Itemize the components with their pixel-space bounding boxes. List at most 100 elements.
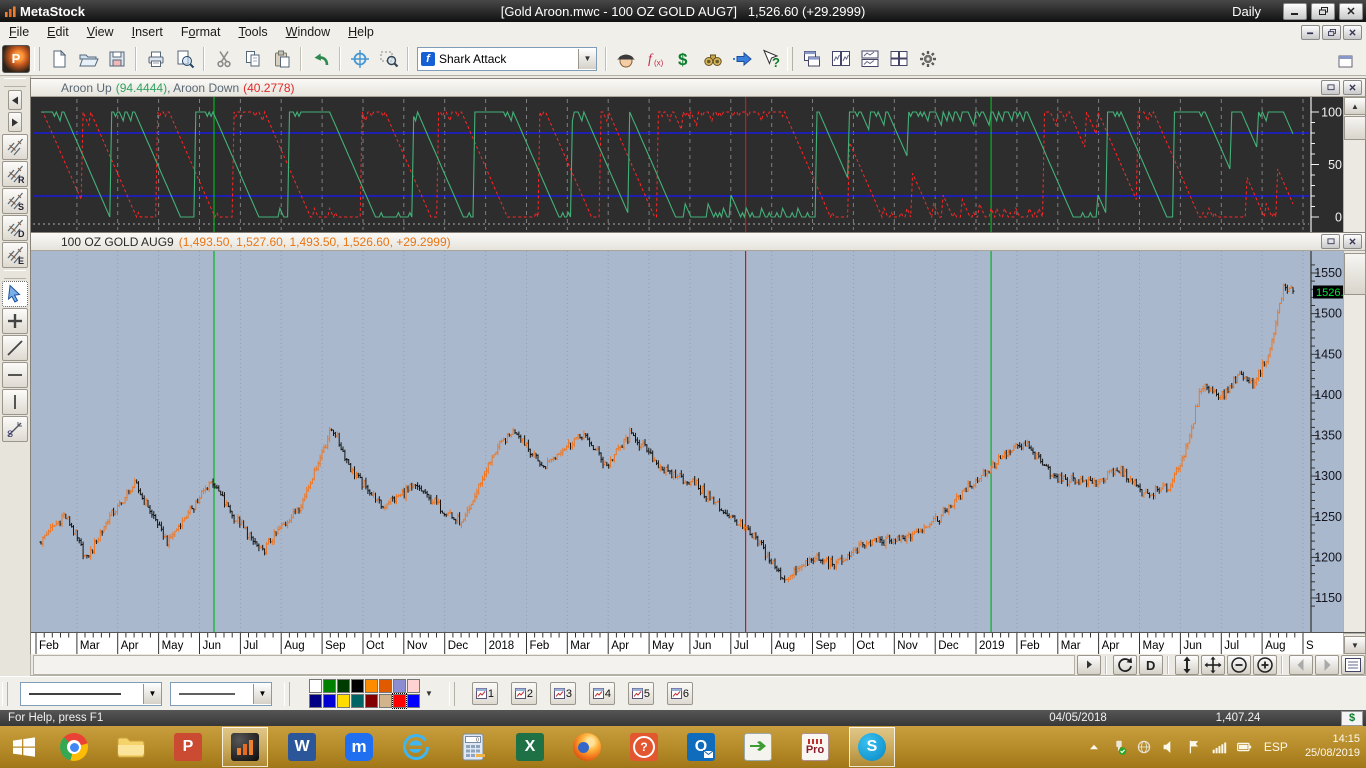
next-button[interactable]	[1315, 655, 1339, 675]
child-restore-button[interactable]	[1322, 25, 1341, 40]
minimize-button[interactable]	[1283, 3, 1307, 20]
print-button[interactable]	[141, 44, 170, 73]
color-swatch[interactable]	[309, 694, 322, 708]
taskbar-powerpoint[interactable]: P	[165, 727, 211, 767]
taskbar-maxthon[interactable]: m	[336, 727, 382, 767]
menu-file[interactable]: File	[0, 23, 38, 41]
crosshair-plus-tool-button[interactable]	[2, 308, 28, 334]
price-chart[interactable]: 1550150014501400135013001250120011501526…	[31, 251, 1365, 632]
open-button[interactable]	[73, 44, 102, 73]
dropdown-arrow-icon[interactable]: ▼	[253, 684, 271, 704]
refresh-button[interactable]	[1113, 655, 1137, 675]
undo-button[interactable]	[306, 44, 335, 73]
language-indicator[interactable]: ESP	[1264, 740, 1288, 754]
close-button[interactable]	[1339, 3, 1363, 20]
chart-style-D-button[interactable]: D	[2, 215, 28, 241]
day-periodicity-button[interactable]: D	[1139, 655, 1163, 675]
expert-advisor-button[interactable]	[611, 44, 640, 73]
pointer-tool-button[interactable]	[2, 281, 28, 307]
tray-signal[interactable]	[1210, 738, 1228, 756]
color-swatch[interactable]	[323, 694, 336, 708]
price-header[interactable]: 100 OZ GOLD AUG9 (1,493.50, 1,527.60, 1,…	[31, 233, 1365, 251]
battery-icon[interactable]	[1235, 738, 1253, 756]
scroll-right-button[interactable]	[8, 112, 22, 132]
child-close-button[interactable]	[1343, 25, 1362, 40]
color-swatch[interactable]	[393, 679, 406, 693]
layout-2-button[interactable]: 2	[511, 682, 537, 705]
color-swatch[interactable]	[351, 694, 364, 708]
taskbar-file-explorer[interactable]	[108, 727, 154, 767]
zoom-out-button[interactable]	[1227, 655, 1251, 675]
chart-style-plain-button[interactable]	[2, 134, 28, 160]
layout-5-button[interactable]: 5	[628, 682, 654, 705]
vertical-line-tool-button[interactable]	[2, 389, 28, 415]
line-style-combo[interactable]: ▼	[20, 682, 162, 706]
semi-log-tool-button[interactable]: S	[2, 416, 28, 442]
dropdown-arrow-icon[interactable]: ▼	[143, 684, 161, 704]
chart-style-S-button[interactable]: S	[2, 188, 28, 214]
taskbar-chrome[interactable]	[51, 727, 97, 767]
color-swatch[interactable]	[365, 679, 378, 693]
taskbar-metastock[interactable]	[222, 727, 268, 767]
layout-1-button[interactable]: 1	[472, 682, 498, 705]
network-icon[interactable]	[1135, 738, 1153, 756]
scroll-thumb[interactable]	[1344, 253, 1366, 295]
color-swatch[interactable]	[407, 679, 420, 693]
taskbar-help-viewer[interactable]: ?	[621, 727, 667, 767]
new-chart-button[interactable]	[44, 44, 73, 73]
tray-usb-device[interactable]	[1110, 738, 1128, 756]
toolbar-float-handle[interactable]	[1331, 47, 1360, 76]
price-vertical-scrollbar[interactable]	[1343, 251, 1365, 632]
cut-button[interactable]	[209, 44, 238, 73]
menu-insert[interactable]: Insert	[123, 23, 172, 41]
rail-grip[interactable]	[4, 78, 26, 87]
layout-3-button[interactable]: 3	[550, 682, 576, 705]
indicator-builder-button[interactable]: f(x)	[640, 44, 669, 73]
zoom-in-button[interactable]	[1253, 655, 1277, 675]
menu-tools[interactable]: Tools	[229, 23, 276, 41]
rail-grip[interactable]	[4, 270, 26, 279]
paste-button[interactable]	[267, 44, 296, 73]
color-swatch[interactable]	[337, 694, 350, 708]
what-is-this-button[interactable]: ?	[756, 44, 785, 73]
print-preview-button[interactable]	[170, 44, 199, 73]
template-combo[interactable]: fShark Attack▼	[417, 47, 597, 71]
explorer-button[interactable]	[698, 44, 727, 73]
horizontal-line-tool-button[interactable]	[2, 362, 28, 388]
tray-flag[interactable]	[1185, 738, 1203, 756]
date-axis[interactable]: FebMarAprMayJunJulAugSepOctNovDec2018Feb…	[31, 632, 1365, 655]
scroll-up-button[interactable]: ▲	[1344, 97, 1366, 115]
tray-hidden-icons[interactable]	[1085, 738, 1103, 756]
tile-horizontal-button[interactable]	[855, 44, 884, 73]
menu-help[interactable]: Help	[339, 23, 383, 41]
color-swatch[interactable]	[379, 694, 392, 708]
clock[interactable]: 14:15 25/08/2019	[1305, 733, 1360, 761]
color-swatch[interactable]	[393, 694, 406, 708]
cascade-windows-button[interactable]	[797, 44, 826, 73]
start-button[interactable]	[2, 727, 46, 767]
taskbar-internet-explorer[interactable]	[393, 727, 439, 767]
signal-icon[interactable]	[1210, 738, 1228, 756]
color-swatch[interactable]	[309, 679, 322, 693]
aroon-restore-button[interactable]	[1321, 80, 1340, 95]
color-swatch[interactable]	[351, 679, 364, 693]
combo-dropdown-icon[interactable]: ▼	[578, 49, 596, 69]
volume-icon[interactable]	[1160, 738, 1178, 756]
child-minimize-button[interactable]	[1301, 25, 1320, 40]
palette-dropdown-icon[interactable]: ▼	[425, 689, 433, 698]
line-weight-combo[interactable]: ▼	[170, 682, 272, 706]
taskbar-remote-app[interactable]	[735, 727, 781, 767]
menu-edit[interactable]: Edit	[38, 23, 78, 41]
crosshair-button[interactable]	[345, 44, 374, 73]
menu-window[interactable]: Window	[277, 23, 339, 41]
zoom-area-button[interactable]	[374, 44, 403, 73]
scroll-down-button[interactable]: ▼	[1344, 636, 1366, 654]
tray-volume[interactable]	[1160, 738, 1178, 756]
scroll-left-button[interactable]	[8, 90, 22, 110]
aroon-chart[interactable]: 100500 ▲	[31, 97, 1365, 232]
flag-icon[interactable]	[1185, 738, 1203, 756]
metastock-app-button[interactable]: P	[2, 45, 30, 73]
hidden-icons-icon[interactable]	[1085, 738, 1103, 756]
system-tester-button[interactable]: $	[669, 44, 698, 73]
aroon-close-button[interactable]	[1343, 80, 1362, 95]
